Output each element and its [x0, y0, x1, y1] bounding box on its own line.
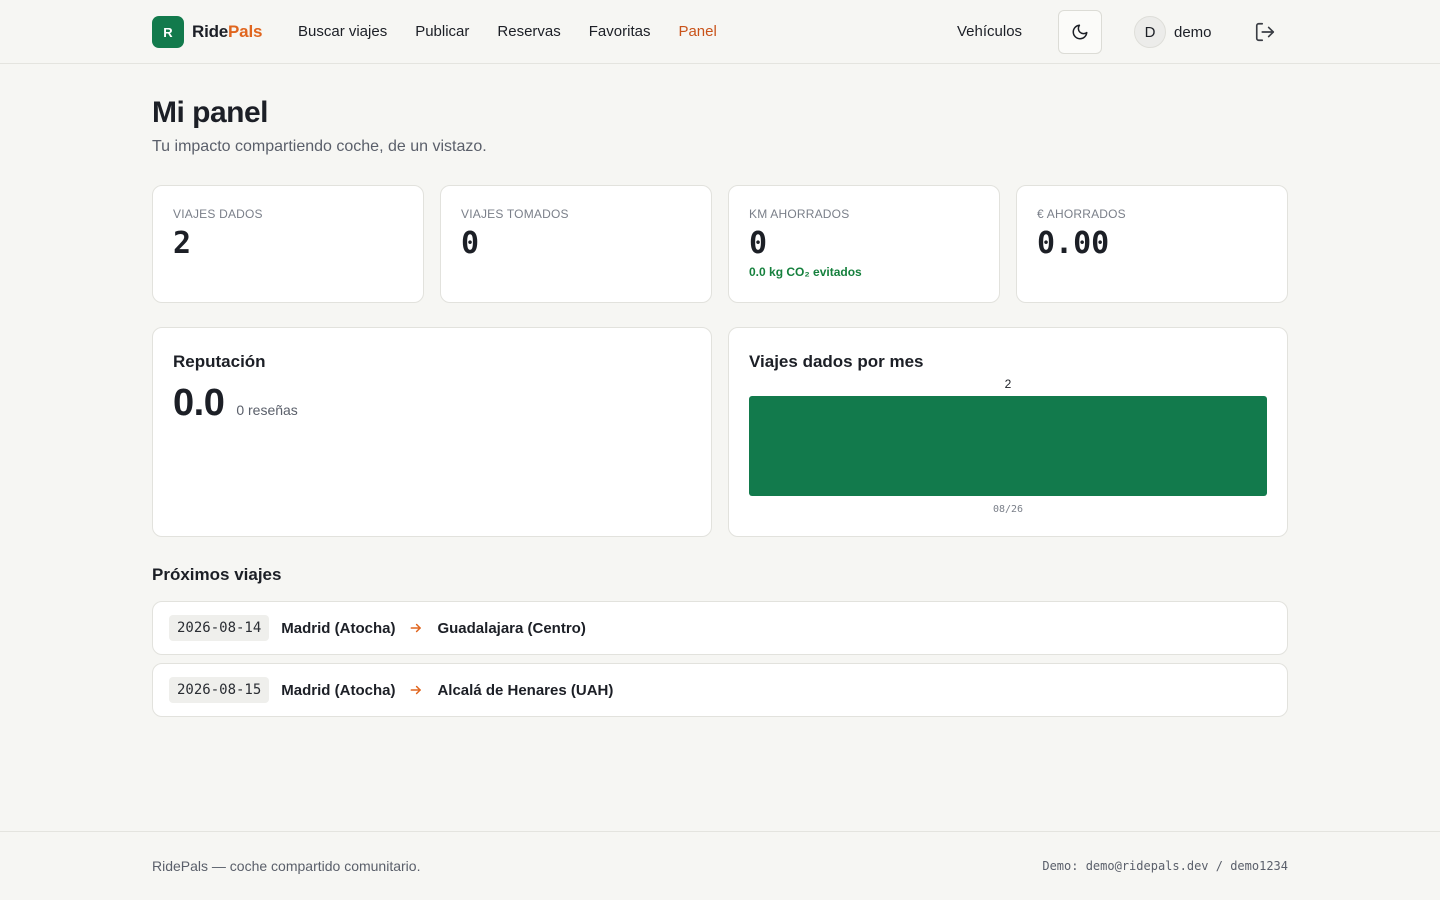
chart-title: Viajes dados por mes: [749, 352, 924, 371]
nav-item-buscar-viajes[interactable]: Buscar viajes: [284, 20, 401, 44]
main-nav: Buscar viajes Publicar Reservas Favorita…: [284, 20, 731, 44]
nav-item-reservas[interactable]: Reservas: [483, 20, 574, 44]
top-navbar: R RidePals Buscar viajes Publicar Reserv…: [0, 0, 1440, 64]
stat-value: 0: [749, 226, 768, 261]
stat-value: 0.00: [1037, 226, 1110, 261]
brand-name: RidePals: [192, 22, 262, 42]
brand-name-part1: Ride: [192, 22, 229, 41]
trip-destination: Guadalajara (Centro): [437, 619, 586, 637]
trip-origin: Madrid (Atocha): [281, 681, 396, 699]
stat-label: VIAJES TOMADOS: [461, 207, 569, 221]
stat-label: € AHORRADOS: [1037, 207, 1126, 221]
trip-row[interactable]: 2026-08-15 Madrid (Atocha) Alcalá de Hen…: [152, 663, 1288, 717]
page-title: Mi panel: [152, 96, 269, 129]
stat-card-euros-ahorrados: € AHORRADOS 0.00: [1016, 185, 1288, 303]
trip-date: 2026-08-14: [169, 615, 270, 641]
nav-item-vehiculos[interactable]: Vehículos: [957, 20, 1022, 44]
avatar: D: [1134, 16, 1166, 48]
stat-card-viajes-dados: VIAJES DADOS 2: [152, 185, 424, 303]
reputation-title: Reputación: [173, 352, 266, 371]
monthly-trips-chart: 2 08/26: [749, 377, 1267, 515]
page-subtitle: Tu impacto compartiendo coche, de un vis…: [152, 138, 487, 155]
stat-label: VIAJES DADOS: [173, 207, 263, 221]
arrow-right-icon: [411, 685, 422, 695]
stat-value: 2: [173, 226, 192, 261]
moon-icon: [1072, 24, 1088, 40]
brand[interactable]: R RidePals: [152, 16, 262, 48]
arrow-right-icon: [411, 623, 422, 633]
logout-icon[interactable]: [1254, 21, 1276, 43]
co2-note: 0.0 kg CO₂ evitados: [749, 265, 862, 279]
upcoming-trips-title: Próximos viajes: [152, 565, 282, 584]
footer-demo-credentials: Demo: demo@ridepals.dev / demo1234: [1042, 859, 1288, 873]
reputation-score: 0.0: [173, 382, 225, 424]
footer-tagline: RidePals — coche compartido comunitario.: [152, 858, 421, 874]
trip-row[interactable]: 2026-08-14 Madrid (Atocha) Guadalajara (…: [152, 601, 1288, 655]
user-menu[interactable]: D demo: [1134, 16, 1212, 48]
trip-origin: Madrid (Atocha): [281, 619, 396, 637]
stat-card-viajes-tomados: VIAJES TOMADOS 0: [440, 185, 712, 303]
reputation-review-count: 0 reseñas: [236, 402, 298, 418]
brand-name-part2: Pals: [228, 22, 263, 41]
footer: RidePals — coche compartido comunitario.…: [0, 831, 1440, 900]
chart-bar: [749, 396, 1267, 496]
nav-item-favoritas[interactable]: Favoritas: [575, 20, 665, 44]
nav-item-panel[interactable]: Panel: [664, 20, 730, 44]
reputation-panel: Reputación 0.0 0 reseñas: [152, 327, 712, 537]
user-name: demo: [1174, 23, 1212, 41]
stat-card-km-ahorrados: KM AHORRADOS 0 0.0 kg CO₂ evitados: [728, 185, 1000, 303]
chart-x-tick-label: 08/26: [993, 504, 1023, 515]
stat-value: 0: [461, 226, 480, 261]
stat-label: KM AHORRADOS: [749, 207, 850, 221]
theme-toggle-button[interactable]: [1058, 10, 1102, 54]
nav-item-publicar[interactable]: Publicar: [401, 20, 483, 44]
chart-data-label: 2: [1005, 377, 1012, 391]
monthly-trips-panel: Viajes dados por mes 2 08/26: [728, 327, 1288, 537]
brand-logo: R: [152, 16, 184, 48]
trip-destination: Alcalá de Henares (UAH): [437, 681, 614, 699]
reputation-row: 0.0 0 reseñas: [173, 382, 691, 425]
trip-date: 2026-08-15: [169, 677, 270, 703]
